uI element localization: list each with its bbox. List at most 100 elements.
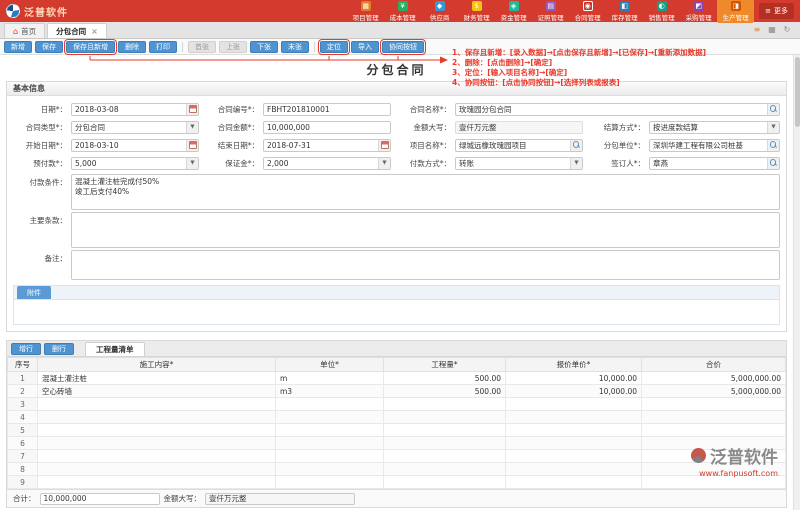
subcontractor-input[interactable] [651,141,766,150]
amount-input[interactable] [265,123,377,132]
attachment-body [14,300,779,324]
attachment-tab[interactable]: 附件 [17,286,51,299]
contract-icon: ◉ [583,1,593,11]
contract-type-input[interactable] [73,123,185,132]
nav-sales-management[interactable]: ◐销售管理 [643,0,680,23]
contract-name-input[interactable] [457,105,766,114]
tab-tools: ≡ ▦ ↻ [744,25,800,38]
main-terms-row: 主要条款： [7,211,786,249]
table-row[interactable]: 6 [8,437,786,450]
start-date-picker-button[interactable] [186,140,198,151]
main-terms-textarea[interactable] [71,212,780,248]
end-date-input[interactable] [265,141,377,150]
contract-name-lookup-button[interactable] [767,104,779,115]
remark-row: 备注： [7,249,786,281]
detail-grid-panel: 增行 删行 工程量清单 序号 施工内容* 单位* 工程量* 报价单价* 合价 [6,340,787,508]
calendar-icon [189,105,197,113]
nav-supplier[interactable]: ◆供应商 [421,0,458,23]
certificate-icon: ▤ [546,1,556,11]
scrollbar-thumb[interactable] [795,57,800,127]
delete-button[interactable]: 删除 [118,41,146,53]
grid-icon[interactable]: ▦ [767,25,777,35]
refresh-icon[interactable]: ↻ [782,25,792,35]
settlement-dropdown-button[interactable]: ▼ [767,122,779,133]
signer-input[interactable] [651,159,766,168]
collaborate-button[interactable]: 协同按钮 [382,41,424,53]
advance-dropdown-button[interactable]: ▼ [186,158,198,169]
deposit-input[interactable] [265,159,377,168]
date-picker-button[interactable] [186,104,198,115]
nav-funds-management[interactable]: ◈资金管理 [495,0,532,23]
nav-inventory-management[interactable]: ◧库存管理 [606,0,643,23]
pay-method-input[interactable] [457,159,569,168]
table-row[interactable]: 2 空心砖墙 m3 500.00 10,000.00 5,000,000.00 [8,385,786,398]
start-date-input[interactable] [73,141,185,150]
prev-record-button[interactable]: 上张 [219,41,247,53]
contract-no-input[interactable] [265,105,377,114]
chevron-down-icon: ▼ [771,124,775,130]
save-button[interactable]: 保存 [35,41,63,53]
menu-icon[interactable]: ≡ [752,25,762,35]
table-row[interactable]: 7 [8,450,786,463]
supplier-icon: ◆ [435,1,445,11]
calendar-icon [189,141,197,149]
import-button[interactable]: 导入 [351,41,379,53]
next-record-button[interactable]: 下张 [250,41,278,53]
nav-project-management[interactable]: ▦项目管理 [347,0,384,23]
table-row[interactable]: 9 [8,476,786,489]
total-input[interactable] [40,493,160,505]
print-button[interactable]: 打印 [149,41,177,53]
detail-grid-toolbar: 增行 删行 工程量清单 [7,341,786,357]
table-row[interactable]: 1 混凝土灌注桩 m 500.00 10,000.00 5,000,000.00 [8,372,786,385]
total-caps-input [205,493,355,505]
nav-finance-management[interactable]: $财务管理 [458,0,495,23]
locate-button[interactable]: 定位 [320,41,348,53]
settlement-input[interactable] [651,123,766,132]
detail-grid-footer: 合计： 金额大写： [7,489,786,507]
pay-method-field: ▼ [455,157,583,170]
contract-type-dropdown-button[interactable]: ▼ [186,122,198,133]
annotation-notes: 1、保存且新增：[录入数据]→[点击保存且新增]→[已保存]→[重新添加数据] … [452,48,794,88]
basic-info-panel: 基本信息 日期*： 合同编号*： 合同名称*： 合同类型*： [6,81,787,332]
advance-input[interactable] [73,159,185,168]
remark-textarea[interactable] [71,250,780,280]
tab-home[interactable]: ⌂ 首页 [4,23,45,38]
nav-cost-management[interactable]: ¥成本管理 [384,0,421,23]
amount-field [263,121,391,134]
tab-subcontract[interactable]: 分包合同 × [47,23,107,38]
end-date-picker-button[interactable] [378,140,390,151]
table-row[interactable]: 3 [8,398,786,411]
project-lookup-button[interactable] [570,140,582,151]
tabbar: ⌂ 首页 分包合同 × ≡ ▦ ↻ [0,22,800,39]
save-and-add-button[interactable]: 保存且新增 [66,41,115,53]
project-icon: ▦ [361,1,371,11]
tab-boq-list[interactable]: 工程量清单 [85,342,145,356]
delete-row-button[interactable]: 删行 [44,343,74,355]
deposit-dropdown-button[interactable]: ▼ [378,158,390,169]
subcontractor-lookup-button[interactable] [767,140,779,151]
nav-certificate-management[interactable]: ▤证照管理 [532,0,569,23]
signer-lookup-button[interactable] [767,158,779,169]
chevron-down-icon: ▼ [382,160,386,166]
home-icon: ⌂ [13,27,18,36]
pay-method-dropdown-button[interactable]: ▼ [570,158,582,169]
first-record-button[interactable]: 首张 [188,41,216,53]
more-menu-button[interactable]: ≡更多 [759,3,794,19]
add-button[interactable]: 新增 [4,41,32,53]
project-label: 项目名称*： [393,140,453,151]
table-row[interactable]: 5 [8,424,786,437]
nav-production-management[interactable]: ◨生产管理 [717,0,754,23]
table-row[interactable]: 8 [8,463,786,476]
nav-contract-management[interactable]: ◉合同管理 [569,0,606,23]
nav-purchasing-management[interactable]: ◩采购管理 [680,0,717,23]
boq-table: 序号 施工内容* 单位* 工程量* 报价单价* 合价 1 混凝土灌注桩 m 50… [7,357,786,489]
project-input[interactable] [457,141,569,150]
close-icon[interactable]: × [91,27,98,36]
add-row-button[interactable]: 增行 [11,343,41,355]
pay-terms-textarea[interactable]: 混凝土灌注桩完成付50% 竣工后支付40% [71,174,780,210]
table-row[interactable]: 4 [8,411,786,424]
last-record-button[interactable]: 末张 [281,41,309,53]
date-input[interactable] [73,105,185,114]
vertical-scrollbar[interactable] [793,55,800,510]
chevron-down-icon: ▼ [190,124,194,130]
